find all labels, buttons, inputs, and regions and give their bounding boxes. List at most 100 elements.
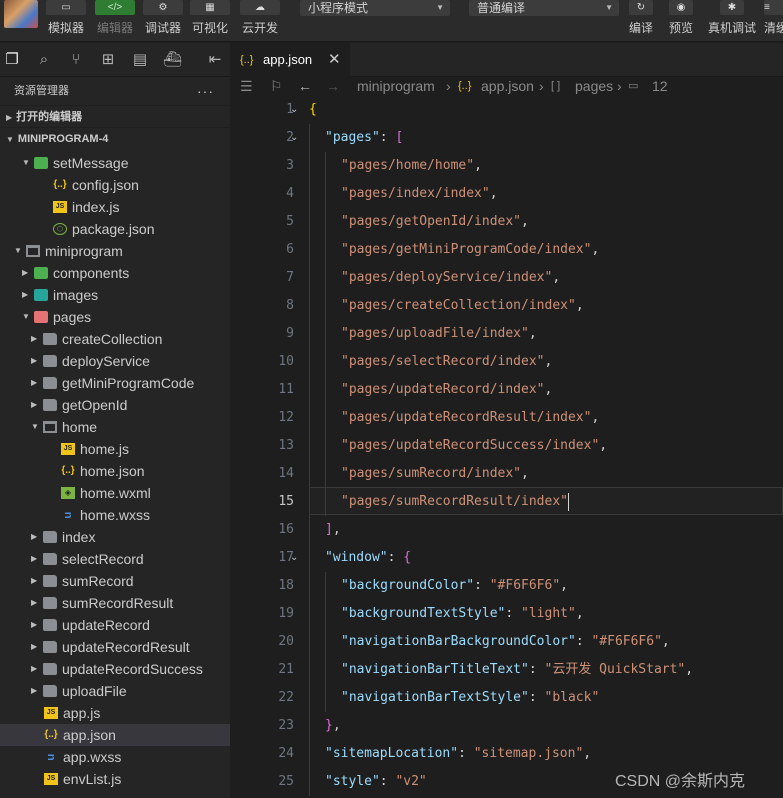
editor-tabs: {..} app.json ✕ [230,43,783,77]
chevron-right-icon[interactable]: ▶ [22,284,28,306]
visual-button[interactable]: ▦ 可视化 [190,0,230,42]
tree-item[interactable]: ▶ uploadFile [0,680,230,702]
chevron-right-icon[interactable]: ▶ [31,526,37,548]
open-editors-section[interactable]: ▶ 打开的编辑器 [0,105,230,127]
tree-item[interactable]: ▼ home [0,416,230,438]
tree-item[interactable]: ▶ sumRecordResult [0,592,230,614]
tree-item[interactable]: {..} config.json [0,174,230,196]
tree-item[interactable]: JS home.js [0,438,230,460]
chevron-right-icon[interactable]: ▶ [31,350,37,372]
files-icon[interactable]: ❐ [3,51,21,69]
collapse-sidebar-icon[interactable]: ⇤ [206,51,224,69]
tree-item-label: index.js [72,199,120,215]
breadcrumb-file[interactable]: app.json [481,77,534,95]
breadcrumb-key[interactable]: pages [575,77,613,95]
indent-guide [309,348,310,376]
search-icon[interactable]: ⌕ [35,51,53,69]
chevron-right-icon[interactable]: ▶ [22,262,28,284]
fold-chevron-icon[interactable]: ⌄ [290,132,298,143]
cloud-dev-button[interactable]: ☁ 云开发 [240,0,280,42]
chevron-right-icon[interactable]: ▶ [31,372,37,394]
docker-icon[interactable]: ⛴ [163,51,182,69]
json-file-icon: {..} [44,729,58,740]
compile-select[interactable]: 普通编译 ▼ [469,0,619,16]
chevron-right-icon[interactable]: ▶ [31,614,37,636]
tree-item[interactable]: ᴝ app.wxss [0,746,230,768]
tree-item[interactable]: {..} home.json [0,460,230,482]
tree-item[interactable]: JS envList.js [0,768,230,790]
forward-arrow-icon[interactable]: → [326,77,340,95]
tree-item[interactable]: ▼ miniprogram [0,240,230,262]
real-device-debug-button[interactable]: ✱ 真机调试 [706,0,758,42]
tree-item[interactable]: JS index.js [0,196,230,218]
tree-item[interactable]: ▶ updateRecordResult [0,636,230,658]
folder-icon [43,333,57,345]
indent-guide [309,768,310,796]
tree-item-label: updateRecord [62,617,150,633]
compile-label: 编译 [628,21,653,35]
chevron-right-icon[interactable]: ▶ [31,328,37,350]
chevron-down-icon[interactable]: ▼ [22,306,30,328]
chevron-right-icon[interactable]: ▶ [31,548,37,570]
debugger-button[interactable]: ⚙ 调试器 [143,0,183,42]
indent-guide [309,684,310,712]
chevron-right-icon[interactable]: ▶ [31,592,37,614]
outline-icon[interactable]: ▤ [131,51,149,69]
indent-guide [325,460,326,488]
avatar[interactable] [4,0,38,28]
code-line: { [309,102,317,117]
tree-item-label: components [53,265,130,281]
project-section[interactable]: ▼ MINIPROGRAM-4 [0,127,230,149]
chevron-right-icon[interactable]: ▶ [31,680,37,702]
line-number: 11 [278,382,294,397]
tree-item[interactable]: ▶ getMiniProgramCode [0,372,230,394]
more-actions-icon[interactable]: ··· [197,77,214,105]
tree-item[interactable]: ⬡ package.json [0,218,230,240]
tree-item[interactable]: ▶ updateRecord [0,614,230,636]
preview-button[interactable]: ◉ 预览 [664,0,698,42]
open-editors-label: 打开的编辑器 [16,111,83,123]
tree-item[interactable]: ▶ getOpenId [0,394,230,416]
tree-item[interactable]: ᴝ home.wxss [0,504,230,526]
tree-item[interactable]: ▶ sumRecord [0,570,230,592]
fold-chevron-icon[interactable]: ⌄ [290,104,298,115]
tree-item[interactable]: ▶ components [0,262,230,284]
chevron-right-icon[interactable]: ▶ [31,636,37,658]
chevron-down-icon[interactable]: ▼ [14,240,22,262]
chevron-right-icon[interactable]: ▶ [31,658,37,680]
simulator-button[interactable]: ▭ 模拟器 [46,0,86,42]
tree-item[interactable]: ▶ deployService [0,350,230,372]
close-icon[interactable]: ✕ [328,43,341,77]
json-file-icon: {..} [458,80,472,92]
tree-item[interactable]: ▶ index [0,526,230,548]
indent-guide [325,432,326,460]
folder-open-icon [43,421,57,433]
bookmark-icon[interactable]: ⚐ [270,77,283,95]
back-arrow-icon[interactable]: ← [298,77,312,95]
tree-item[interactable]: ▶ selectRecord [0,548,230,570]
breadcrumb-index[interactable]: 12 [652,77,668,95]
compile-button[interactable]: ↻ 编译 [624,0,658,42]
chevron-right-icon[interactable]: ▶ [31,394,37,416]
breadcrumb-folder[interactable]: miniprogram [357,77,435,95]
extensions-icon[interactable]: ⊞ [99,51,117,69]
chevron-down-icon[interactable]: ▼ [22,152,30,174]
editor-button[interactable]: </> 编辑器 [94,0,136,42]
chevron-right-icon[interactable]: ▶ [31,570,37,592]
source-control-icon[interactable]: ⑂ [67,51,85,69]
fold-chevron-icon[interactable]: ⌄ [290,552,298,563]
clear-cache-button[interactable]: ≡ 清缓 [764,0,783,42]
tree-item[interactable]: ▶ updateRecordSuccess [0,658,230,680]
chevron-down-icon[interactable]: ▼ [31,416,39,438]
tree-item[interactable]: ▶ createCollection [0,328,230,350]
tree-item[interactable]: ◈ home.wxml [0,482,230,504]
tree-item[interactable]: {..} app.json [0,724,230,746]
tree-item[interactable]: ▼ setMessage [0,152,230,174]
code-line: "navigationBarBackgroundColor": "#F6F6F6… [341,634,670,649]
tree-item[interactable]: JS app.js [0,702,230,724]
tree-item[interactable]: ▶ images [0,284,230,306]
tree-item[interactable]: ▼ pages [0,306,230,328]
mode-select[interactable]: 小程序模式 ▼ [300,0,450,16]
tab-app-json[interactable]: {..} app.json ✕ [230,43,350,77]
list-icon[interactable]: ☰ [240,77,253,95]
